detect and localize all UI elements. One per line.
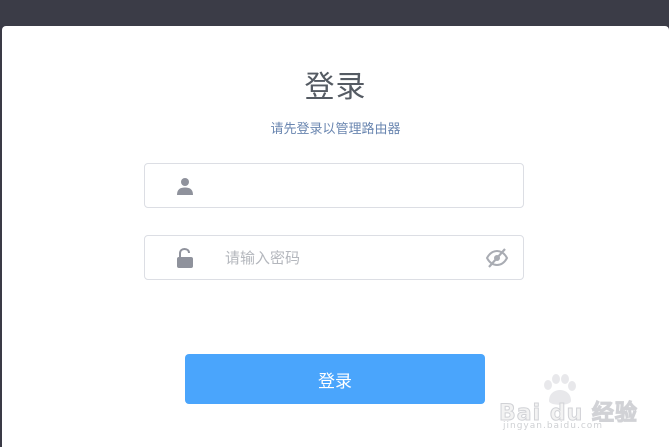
lock-icon (177, 248, 193, 268)
top-bar (0, 0, 669, 26)
username-field[interactable] (144, 163, 524, 208)
password-input[interactable] (213, 236, 473, 279)
page: 登录 请先登录以管理路由器 登录 Bai du 经验 jingyan.baidu… (0, 0, 669, 447)
user-icon (177, 178, 193, 195)
page-subtitle: 请先登录以管理路由器 (270, 122, 401, 137)
eye-off-icon[interactable] (485, 247, 509, 269)
watermark-url: jingyan.baidu.com (503, 421, 604, 431)
username-input[interactable] (213, 164, 473, 207)
watermark-logo: Bai du 经验 jingyan.baidu.com (499, 373, 649, 431)
login-button[interactable]: 登录 (185, 354, 485, 404)
page-title: 登录 (304, 70, 367, 105)
password-field[interactable] (144, 235, 524, 280)
